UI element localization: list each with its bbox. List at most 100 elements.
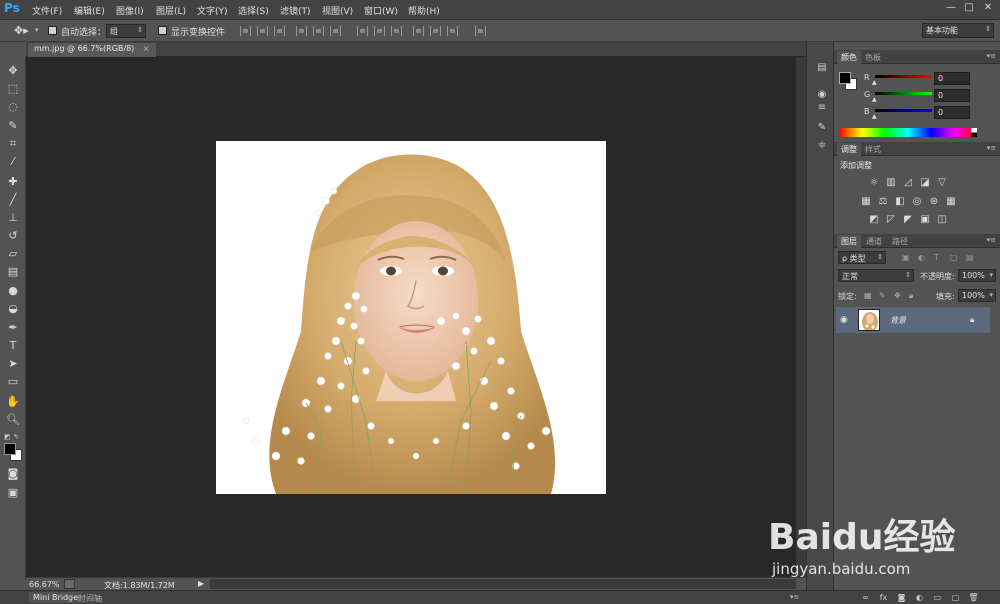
close-window-button[interactable]: ✕ xyxy=(981,2,995,16)
horizontal-scrollbar[interactable] xyxy=(210,579,796,589)
tab-paths[interactable]: 路径 xyxy=(888,235,912,248)
show-transform-checkbox[interactable] xyxy=(158,26,167,35)
tab-timeline[interactable]: 时间轴 xyxy=(78,593,102,604)
minimize-button[interactable]: — xyxy=(944,2,958,16)
dodge-tool-icon[interactable]: ◒ xyxy=(5,302,21,316)
screen-mode-icon[interactable]: ▣ xyxy=(5,486,21,500)
align-right-icon[interactable] xyxy=(330,26,341,36)
photo-filter-icon[interactable]: ◎ xyxy=(911,196,923,207)
layer-name[interactable]: 背景 xyxy=(890,315,906,326)
color-panel-foreground-swatch[interactable] xyxy=(839,72,851,84)
tab-layers[interactable]: 图层 xyxy=(837,235,861,248)
layer-filter-dropdown[interactable]: ρ 类型 ⇕ xyxy=(838,251,886,264)
slider-thumb-icon[interactable]: ▲ xyxy=(872,79,877,86)
align-hcenter-icon[interactable] xyxy=(313,26,324,36)
delete-layer-icon[interactable]: 🗑︎ xyxy=(968,593,979,603)
layer-style-icon[interactable]: fx xyxy=(878,593,889,603)
menu-select[interactable]: 选择(S) xyxy=(238,4,269,17)
panel-menu-icon[interactable]: ▾≡ xyxy=(987,144,996,152)
shape-tool-icon[interactable]: ▭ xyxy=(5,375,21,389)
panel-menu-icon[interactable]: ▾≡ xyxy=(790,593,799,601)
layer-row-background[interactable]: ◉ 背景 🔒︎ xyxy=(836,307,990,333)
layer-visibility-eye-icon[interactable]: ◉ xyxy=(840,315,848,325)
channel-g-input[interactable]: 0 xyxy=(934,89,970,102)
align-left-icon[interactable] xyxy=(296,26,307,36)
workspace-dropdown[interactable]: 基本功能 ⇕ xyxy=(922,23,994,38)
move-tool-icon[interactable]: ✥▸ xyxy=(14,24,29,37)
blend-mode-dropdown[interactable]: 正常 ⇕ xyxy=(838,269,914,282)
restore-button[interactable]: □ xyxy=(962,2,976,16)
channel-b-slider[interactable] xyxy=(875,109,932,112)
channel-g-slider[interactable] xyxy=(875,92,932,95)
layer-mask-icon[interactable]: ◙ xyxy=(896,593,907,603)
status-arrow-icon[interactable]: ▶ xyxy=(198,579,204,588)
new-group-icon[interactable]: ▭ xyxy=(932,593,943,603)
levels-icon[interactable]: ▥ xyxy=(885,177,897,188)
filter-pixel-icon[interactable]: ▣ xyxy=(902,253,910,262)
marquee-tool-icon[interactable]: ⬚ xyxy=(5,82,21,96)
link-layers-icon[interactable]: ∞ xyxy=(860,593,871,603)
fill-input[interactable]: 100% ▾ xyxy=(958,289,996,302)
document-tab[interactable]: mm.jpg @ 66.7%(RGB/8) × xyxy=(28,43,156,57)
quick-mask-icon[interactable]: ◙ xyxy=(5,467,21,481)
eraser-tool-icon[interactable]: ▱ xyxy=(5,247,21,261)
align-top-icon[interactable] xyxy=(240,26,251,36)
pen-tool-icon[interactable]: ✒ xyxy=(5,321,21,335)
zoom-tool-icon[interactable]: 🔍︎ xyxy=(5,413,21,427)
properties-panel-icon[interactable]: ◉ xyxy=(815,89,829,102)
align-bottom-icon[interactable] xyxy=(274,26,285,36)
auto-select-dropdown[interactable]: 组 ⇕ xyxy=(106,24,146,38)
menu-filter[interactable]: 滤镜(T) xyxy=(280,4,311,17)
distribute-hcenter-icon[interactable] xyxy=(430,26,441,36)
brush-panel-icon[interactable]: ✎ xyxy=(815,122,829,135)
distribute-top-icon[interactable] xyxy=(357,26,368,36)
color-spectrum-bar[interactable] xyxy=(839,128,977,137)
black-white-icon[interactable]: ◧ xyxy=(894,196,906,207)
hand-tool-icon[interactable]: ✋ xyxy=(5,395,21,409)
close-tab-icon[interactable]: × xyxy=(143,44,150,53)
channel-r-slider[interactable] xyxy=(875,75,932,78)
menu-edit[interactable]: 编辑(E) xyxy=(74,4,105,17)
hue-saturation-icon[interactable]: ▦ xyxy=(860,196,872,207)
auto-align-icon[interactable] xyxy=(475,26,486,36)
filter-type-icon[interactable]: T xyxy=(934,253,939,262)
menu-view[interactable]: 视图(V) xyxy=(322,4,353,17)
menu-file[interactable]: 文件(F) xyxy=(32,4,62,17)
new-layer-icon[interactable]: ▢ xyxy=(950,593,961,603)
panel-menu-icon[interactable]: ▾≡ xyxy=(987,52,996,60)
exposure-icon[interactable]: ◪ xyxy=(919,177,931,188)
menu-image[interactable]: 图像(I) xyxy=(116,4,144,17)
adjustment-layer-icon[interactable]: ◐ xyxy=(914,593,925,603)
color-lookup-icon[interactable]: ▦ xyxy=(945,196,957,207)
status-menu-icon[interactable] xyxy=(64,579,75,589)
distribute-right-icon[interactable] xyxy=(447,26,458,36)
black-white-swatch[interactable] xyxy=(971,128,977,137)
vibrance-icon[interactable]: ▽ xyxy=(936,177,948,188)
info-panel-icon[interactable]: ≡ xyxy=(815,102,829,115)
filter-smart-icon[interactable]: ▤ xyxy=(966,253,974,262)
healing-brush-tool-icon[interactable]: ✚ xyxy=(5,175,21,189)
slider-thumb-icon[interactable]: ▲ xyxy=(872,96,877,103)
menu-window[interactable]: 窗口(W) xyxy=(364,4,398,17)
selective-color-icon[interactable]: ◫ xyxy=(936,214,948,225)
clone-stamp-tool-icon[interactable]: ⊥ xyxy=(5,211,21,225)
quick-select-tool-icon[interactable]: ✎ xyxy=(5,119,21,133)
tab-styles[interactable]: 样式 xyxy=(861,143,885,156)
tab-mini-bridge[interactable]: Mini Bridge xyxy=(29,592,83,603)
menu-help[interactable]: 帮助(H) xyxy=(408,4,440,17)
panel-menu-icon[interactable]: ▾≡ xyxy=(987,236,996,244)
lock-position-icon[interactable]: ✥ xyxy=(894,291,901,300)
slider-thumb-icon[interactable]: ▲ xyxy=(872,113,877,120)
foreground-color-swatch[interactable] xyxy=(4,443,16,455)
lasso-tool-icon[interactable]: ◌ xyxy=(5,100,21,114)
distribute-bottom-icon[interactable] xyxy=(391,26,402,36)
filter-adjustment-icon[interactable]: ◐ xyxy=(918,253,925,262)
curves-icon[interactable]: ◿ xyxy=(902,177,914,188)
gradient-tool-icon[interactable]: ▤ xyxy=(5,265,21,279)
menu-layer[interactable]: 图层(L) xyxy=(156,4,186,17)
document-image[interactable] xyxy=(216,141,606,494)
color-balance-icon[interactable]: ⚖ xyxy=(877,196,889,207)
tab-color[interactable]: 颜色 xyxy=(837,51,861,64)
chevron-down-icon[interactable]: ▾ xyxy=(35,26,39,34)
lock-transparent-icon[interactable]: ▦ xyxy=(864,291,872,300)
